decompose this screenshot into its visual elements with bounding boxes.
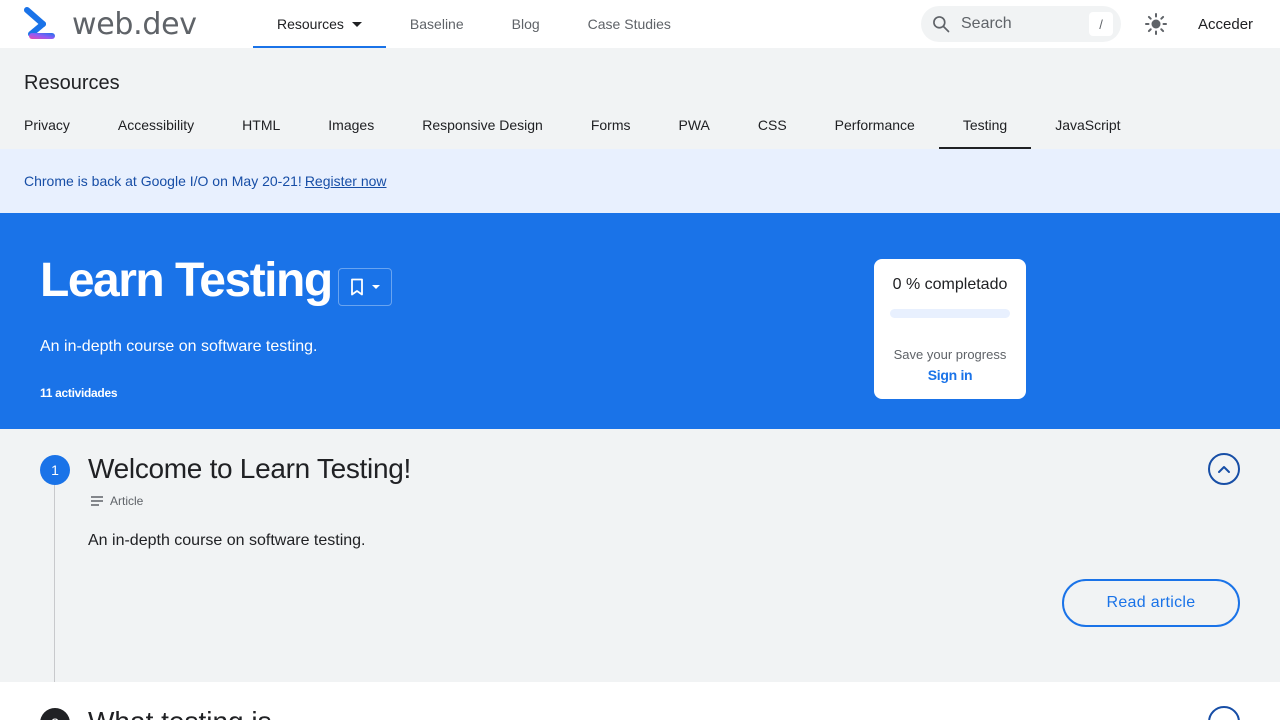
collapse-button[interactable] — [1208, 453, 1240, 485]
nav-item-label: Resources — [277, 16, 344, 32]
activity-description: An in-depth course on software testing. — [88, 532, 366, 549]
resources-tabs: Privacy Accessibility HTML Images Respon… — [0, 101, 1145, 149]
sign-in-link[interactable]: Sign in — [874, 367, 1026, 383]
nav-item-baseline[interactable]: Baseline — [386, 0, 488, 48]
chevron-up-icon — [1218, 466, 1230, 473]
tab-html[interactable]: HTML — [218, 101, 304, 149]
course-activity-list: 1 Welcome to Learn Testing! Article An i… — [0, 429, 1280, 720]
resources-subheader: Resources Privacy Accessibility HTML Ima… — [0, 48, 1280, 149]
save-progress-text: Save your progress — [893, 347, 1007, 362]
caret-down-icon — [372, 285, 380, 289]
search-box[interactable]: / — [921, 6, 1121, 42]
sign-in-button[interactable]: Acceder — [1186, 0, 1265, 48]
caret-down-icon — [351, 21, 362, 27]
activity-title[interactable]: What testing is — [88, 706, 272, 720]
activity-type: Article — [90, 494, 143, 508]
main-nav: Resources Baseline Blog Case Studies — [253, 0, 695, 48]
sun-icon — [1145, 13, 1167, 35]
expand-button[interactable] — [1208, 706, 1240, 720]
tab-forms[interactable]: Forms — [567, 101, 655, 149]
nav-item-blog[interactable]: Blog — [488, 0, 564, 48]
web-dev-logo-icon — [24, 7, 55, 39]
activity-count: 11 actividades — [40, 386, 118, 400]
nav-item-label: Blog — [511, 16, 540, 32]
logo-text: web.dev — [72, 6, 197, 42]
tab-images[interactable]: Images — [304, 101, 398, 149]
step-number: 2 — [40, 708, 70, 720]
activity-type-label: Article — [110, 494, 144, 508]
tab-javascript[interactable]: JavaScript — [1031, 101, 1144, 149]
tab-testing[interactable]: Testing — [938, 101, 1032, 149]
register-now-link[interactable]: Register now — [305, 173, 387, 189]
course-title: Learn Testing — [40, 254, 333, 307]
bookmark-button[interactable] — [338, 268, 392, 306]
nav-item-label: Baseline — [409, 16, 464, 32]
search-input[interactable] — [961, 15, 1081, 33]
tab-performance[interactable]: Performance — [811, 101, 939, 149]
resources-title: Resources — [24, 72, 120, 94]
read-article-button[interactable]: Read article — [1062, 579, 1240, 627]
tab-css[interactable]: CSS — [734, 101, 811, 149]
nav-item-label: Case Studies — [587, 16, 671, 32]
top-header: web.dev Resources Baseline Blog Case Stu… — [0, 0, 1280, 48]
logo[interactable]: web.dev — [24, 6, 197, 42]
step-number: 1 — [40, 455, 70, 485]
course-description: An in-depth course on software testing. — [40, 338, 318, 355]
theme-toggle-button[interactable] — [1144, 12, 1168, 36]
nav-item-case-studies[interactable]: Case Studies — [564, 0, 695, 48]
search-shortcut-badge: / — [1089, 12, 1113, 36]
article-icon — [91, 496, 103, 506]
tab-pwa[interactable]: PWA — [655, 101, 734, 149]
list-item: 2 What testing is — [0, 682, 1280, 720]
activity-title[interactable]: Welcome to Learn Testing! — [88, 453, 411, 485]
search-icon — [933, 16, 950, 33]
progress-card: 0 % completado Save your progress Sign i… — [874, 259, 1026, 399]
announcement-text: Chrome is back at Google I/O on May 20-2… — [24, 173, 302, 189]
nav-item-resources[interactable]: Resources — [253, 0, 386, 48]
progress-label: 0 % completado — [892, 276, 1008, 293]
announcement-banner: Chrome is back at Google I/O on May 20-2… — [0, 149, 1280, 213]
tab-accessibility[interactable]: Accessibility — [94, 101, 218, 149]
tab-responsive-design[interactable]: Responsive Design — [398, 101, 567, 149]
bookmark-icon — [351, 278, 363, 296]
tab-privacy[interactable]: Privacy — [0, 101, 94, 149]
progress-bar — [890, 309, 1010, 318]
course-hero: Learn Testing An in-depth course on soft… — [0, 213, 1280, 429]
